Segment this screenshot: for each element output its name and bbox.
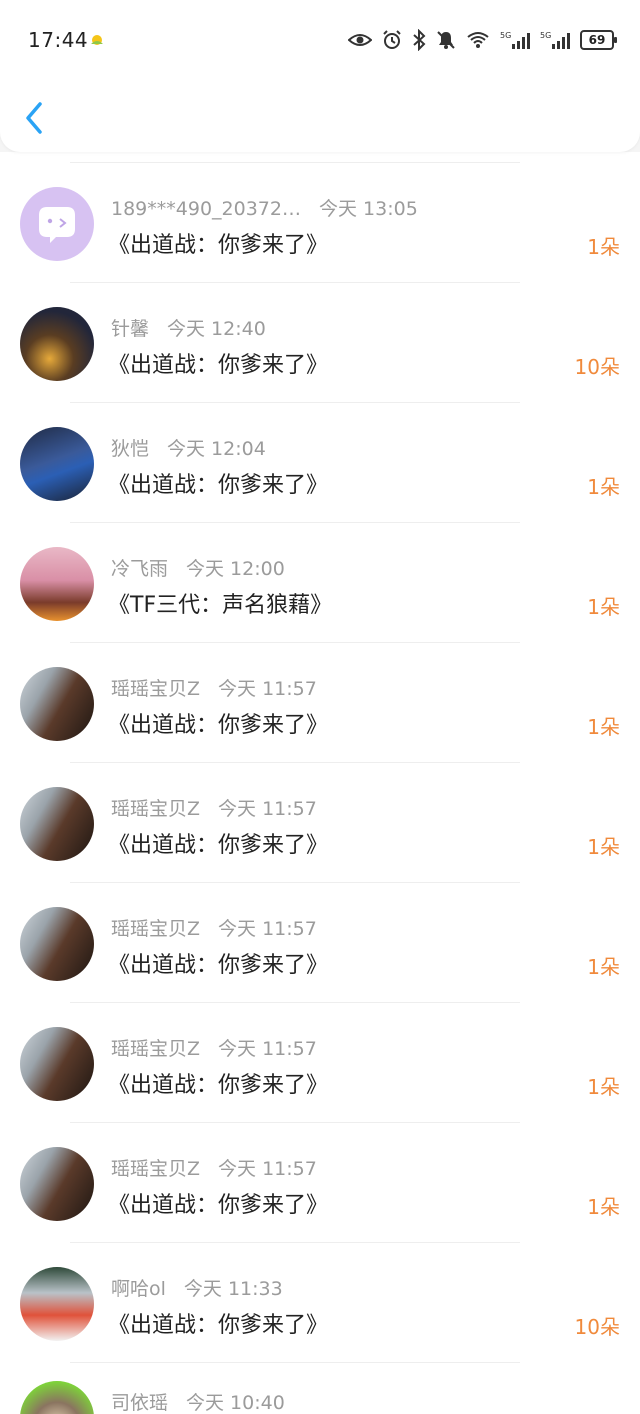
weather-icon xyxy=(91,35,103,45)
row-title: 《TF三代：声名狼藉》 xyxy=(108,593,333,618)
user-name: 瑶瑶宝贝Z xyxy=(111,918,201,940)
row-title: 《出道战：你爹来了》 xyxy=(108,353,329,378)
row-title: 《出道战：你爹来了》 xyxy=(108,833,329,858)
row-time: 今天 11:57 xyxy=(218,678,317,700)
user-name: 瑶瑶宝贝Z xyxy=(111,1158,201,1180)
list-item[interactable]: 冷飞雨 今天 12:00 《TF三代：声名狼藉》 1朵 xyxy=(0,523,640,642)
avatar xyxy=(20,1381,94,1414)
row-meta: 瑶瑶宝贝Z 今天 11:57 xyxy=(111,914,317,941)
list-item[interactable]: 瑶瑶宝贝Z 今天 11:57 《出道战：你爹来了》 1朵 xyxy=(0,1123,640,1242)
list-item[interactable]: 瑶瑶宝贝Z 今天 11:57 《出道战：你爹来了》 1朵 xyxy=(0,883,640,1002)
avatar xyxy=(20,1267,94,1341)
avatar xyxy=(20,427,94,501)
avatar xyxy=(20,787,94,861)
list-item[interactable]: 189***490_20372… 今天 13:05 《出道战：你爹来了》 1朵 xyxy=(0,163,640,282)
gift-count: 1朵 xyxy=(587,1075,620,1099)
alarm-icon xyxy=(382,30,402,50)
avatar xyxy=(20,667,94,741)
battery-icon: 69 xyxy=(580,30,617,50)
bluetooth-icon xyxy=(412,29,426,51)
list-item[interactable]: 瑶瑶宝贝Z 今天 11:57 《出道战：你爹来了》 1朵 xyxy=(0,1003,640,1122)
list-item[interactable]: 针馨 今天 12:40 《出道战：你爹来了》 10朵 xyxy=(0,283,640,402)
svg-text:5G: 5G xyxy=(500,31,511,40)
svg-text:5G: 5G xyxy=(540,31,551,40)
avatar xyxy=(20,187,94,261)
user-name: 189***490_20372… xyxy=(111,198,301,220)
row-time: 今天 12:04 xyxy=(167,438,266,460)
row-time: 今天 13:05 xyxy=(318,198,418,220)
row-time: 今天 11:57 xyxy=(218,918,317,940)
row-time: 今天 11:57 xyxy=(218,798,317,820)
signal-5g-icon: 5G xyxy=(540,30,570,50)
mute-icon xyxy=(436,30,456,50)
row-time: 今天 11:57 xyxy=(218,1158,317,1180)
user-name: 瑶瑶宝贝Z xyxy=(111,1038,201,1060)
row-meta: 瑶瑶宝贝Z 今天 11:57 xyxy=(111,1034,317,1061)
gift-count: 10朵 xyxy=(574,355,620,379)
row-meta: 189***490_20372… 今天 13:05 xyxy=(111,194,418,221)
row-meta: 瑶瑶宝贝Z 今天 11:57 xyxy=(111,794,317,821)
row-title: 《出道战：你爹来了》 xyxy=(108,233,329,258)
row-title: 《出道战：你爹来了》 xyxy=(108,1073,329,1098)
top-bar: 17:44 5G 5G 69 xyxy=(0,0,640,152)
gift-count: 1朵 xyxy=(587,835,620,859)
list-item[interactable]: 啊哈ol 今天 11:33 《出道战：你爹来了》 10朵 xyxy=(0,1243,640,1362)
user-name: 司依瑶 xyxy=(111,1392,169,1414)
list-item[interactable]: 狄恺 今天 12:04 《出道战：你爹来了》 1朵 xyxy=(0,403,640,522)
gift-count: 1朵 xyxy=(587,1195,620,1219)
row-time: 今天 12:00 xyxy=(186,558,285,580)
row-title: 《出道战：你爹来了》 xyxy=(108,473,329,498)
gift-count: 1朵 xyxy=(587,475,620,499)
chevron-left-icon[interactable] xyxy=(22,100,46,136)
signal-5g-icon: 5G xyxy=(500,30,530,50)
row-meta: 瑶瑶宝贝Z 今天 11:57 xyxy=(111,674,317,701)
avatar xyxy=(20,307,94,381)
gift-count: 1朵 xyxy=(587,235,620,259)
status-time: 17:44 xyxy=(28,28,89,52)
row-meta: 瑶瑶宝贝Z 今天 11:57 xyxy=(111,1154,317,1181)
user-name: 瑶瑶宝贝Z xyxy=(111,798,201,820)
avatar xyxy=(20,547,94,621)
row-time: 今天 11:57 xyxy=(218,1038,317,1060)
row-title: 《出道战：你爹来了》 xyxy=(108,1313,329,1338)
row-meta: 啊哈ol 今天 11:33 xyxy=(111,1274,283,1301)
list-item[interactable]: 瑶瑶宝贝Z 今天 11:57 《出道战：你爹来了》 1朵 xyxy=(0,643,640,762)
gift-count: 10朵 xyxy=(574,1315,620,1339)
gift-count: 1朵 xyxy=(587,715,620,739)
row-time: 今天 11:33 xyxy=(183,1278,283,1300)
row-time: 今天 12:40 xyxy=(167,318,266,340)
list-item[interactable]: 司依瑶 今天 10:40 xyxy=(0,1363,640,1414)
status-bar: 17:44 5G 5G 69 xyxy=(0,0,640,80)
wifi-icon xyxy=(466,31,490,49)
user-name: 啊哈ol xyxy=(111,1278,166,1300)
row-title: 《出道战：你爹来了》 xyxy=(108,953,329,978)
row-time: 今天 10:40 xyxy=(186,1392,285,1414)
gift-count: 1朵 xyxy=(587,595,620,619)
avatar xyxy=(20,1147,94,1221)
row-title: 《出道战：你爹来了》 xyxy=(108,713,329,738)
user-name: 瑶瑶宝贝Z xyxy=(111,678,201,700)
user-name: 针馨 xyxy=(111,318,150,340)
eye-icon xyxy=(348,32,372,48)
avatar xyxy=(20,1027,94,1101)
list-item[interactable]: 瑶瑶宝贝Z 今天 11:57 《出道战：你爹来了》 1朵 xyxy=(0,763,640,882)
row-meta: 司依瑶 今天 10:40 xyxy=(111,1388,285,1414)
user-name: 狄恺 xyxy=(111,438,150,460)
gift-count: 1朵 xyxy=(587,955,620,979)
row-meta: 冷飞雨 今天 12:00 xyxy=(111,554,285,581)
row-title: 《出道战：你爹来了》 xyxy=(108,1193,329,1218)
gift-list: 189***490_20372… 今天 13:05 《出道战：你爹来了》 1朵 针… xyxy=(0,152,640,1414)
row-meta: 狄恺 今天 12:04 xyxy=(111,434,266,461)
avatar xyxy=(20,907,94,981)
status-icons: 5G 5G 69 xyxy=(348,28,617,52)
row-meta: 针馨 今天 12:40 xyxy=(111,314,266,341)
user-name: 冷飞雨 xyxy=(111,558,169,580)
